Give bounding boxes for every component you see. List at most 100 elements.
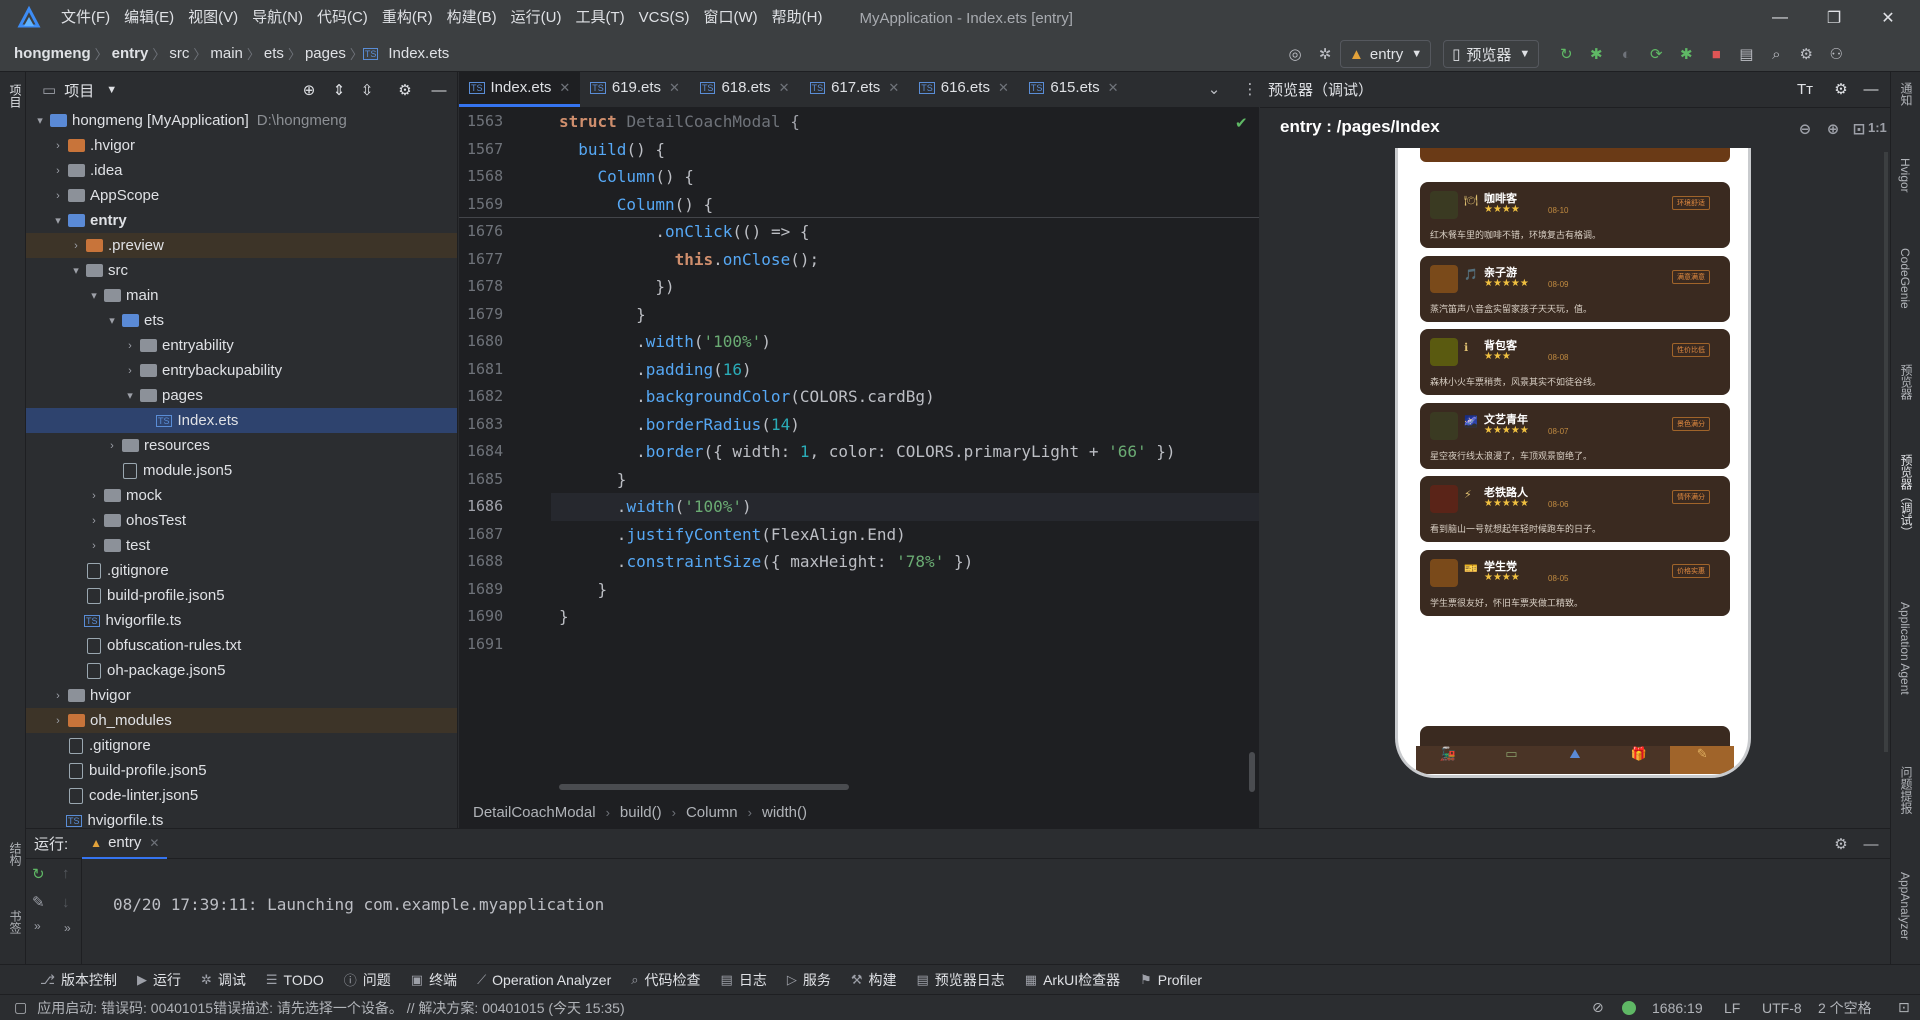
expand-arrow-icon[interactable]: ▾ (68, 264, 84, 277)
bottom-tool-button[interactable]: ⚒ 构建 (841, 970, 907, 990)
expand-arrow-icon[interactable]: › (86, 490, 102, 502)
review-card[interactable]: 🍽 咖啡客 ★★★★ 08-10 环境舒适 红木餐车里的咖啡不错，环境复古有格调。 (1420, 182, 1730, 248)
tree-item[interactable]: ▾ main (26, 283, 457, 308)
review-card[interactable]: 🎵 亲子游 ★★★★★ 08-09 满意满意 蒸汽笛声八音盒实留家孩子天天玩，值。 (1420, 255, 1730, 322)
expand-arrow-icon[interactable]: ▾ (104, 314, 120, 327)
expand-arrow-icon[interactable]: ▾ (32, 114, 48, 127)
lock-icon[interactable]: ⊡ (1898, 999, 1910, 1016)
review-card[interactable]: ⚡ 老铁路人 ★★★★★ 08-06 情怀满分 看到脑山一号就想起年轻时候跑车的日子。 (1420, 476, 1730, 542)
breadcrumb-item[interactable]: ets (260, 45, 288, 62)
tree-item[interactable]: obfuscation-rules.txt (26, 633, 457, 658)
tree-item[interactable]: › .preview (26, 233, 457, 258)
notifications-tool-label[interactable]: 通知 (1898, 82, 1915, 106)
indent-setting[interactable]: 2 个空格 (1818, 998, 1872, 1018)
expand-arrow-icon[interactable]: › (50, 715, 66, 727)
up-arrow-icon[interactable]: ↑ (56, 859, 81, 888)
tree-item[interactable]: › test (26, 533, 457, 558)
vertical-scrollbar[interactable] (1249, 752, 1255, 792)
settings-icon[interactable]: ⚙ (1832, 835, 1850, 853)
chevron-down-icon[interactable]: ⌄ (1205, 80, 1223, 98)
tree-item[interactable]: ▾ src (26, 258, 457, 283)
editor-tab[interactable]: TS 616.ets ✕ (909, 71, 1019, 107)
expand-arrow-icon[interactable]: ▾ (86, 289, 102, 302)
bottom-tool-button[interactable]: ▷ 服务 (777, 970, 841, 990)
hide-icon[interactable]: — (1862, 835, 1880, 853)
tree-item[interactable]: › .idea (26, 158, 457, 183)
bottom-tool-button[interactable]: ▶ 运行 (127, 970, 191, 990)
more-icon[interactable]: » (56, 917, 81, 939)
close-tab-icon[interactable]: ✕ (149, 836, 159, 850)
breadcrumb-item[interactable]: main (206, 45, 247, 62)
expand-arrow-icon[interactable]: › (86, 515, 102, 527)
tree-item[interactable]: code-linter.json5 (26, 783, 457, 808)
nav-review-icon[interactable]: ✎ (1670, 746, 1734, 774)
expand-arrow-icon[interactable]: › (122, 340, 138, 352)
bottom-tool-button[interactable]: ☰ TODO (256, 972, 334, 988)
nav-train-icon[interactable]: 🚂 (1416, 746, 1480, 774)
minimize-button[interactable]: — (1752, 0, 1808, 36)
tree-item[interactable]: build-profile.json5 (26, 583, 457, 608)
editor-breadcrumb-item[interactable]: build() (620, 804, 662, 821)
chevron-down-icon[interactable]: ▼ (106, 84, 117, 96)
font-icon[interactable]: Tт (1796, 80, 1814, 98)
review-card[interactable]: 🎫 学生党 ★★★★ 08-05 价格实惠 学生票很友好，怀旧车票夹做工精致。 (1420, 549, 1730, 616)
bottom-tool-button[interactable]: ⌕ 代码检查 (621, 970, 710, 990)
panel-toggle-icon[interactable]: ▢ (14, 999, 27, 1016)
wrench-icon[interactable]: ✎ (26, 889, 54, 915)
bottom-tool-button[interactable]: ▣ 终端 (401, 970, 467, 990)
bookmarks-tool-label[interactable]: 书签 (7, 910, 24, 934)
close-tab-icon[interactable]: ✕ (888, 80, 899, 96)
horizontal-scrollbar[interactable] (559, 784, 849, 790)
expand-arrow-icon[interactable]: › (50, 165, 66, 177)
hvigor-tool-label[interactable]: Hvigor (1898, 158, 1912, 193)
zoom-out-icon[interactable]: ⊖ (1796, 120, 1814, 138)
editor-breadcrumb-item[interactable]: Column (686, 804, 738, 821)
close-tab-icon[interactable]: ✕ (1108, 80, 1119, 96)
menu-item[interactable]: 运行(U) (504, 0, 569, 36)
down-arrow-icon[interactable]: ↓ (56, 888, 81, 917)
run-tab-entry[interactable]: ▲ entry ✕ (82, 829, 168, 859)
device-select[interactable]: ▯ 预览器 ▼ (1443, 40, 1540, 68)
tree-item[interactable]: .gitignore (26, 733, 457, 758)
profile-icon[interactable]: ✱ (1677, 45, 1695, 63)
nav-map-icon[interactable]: ⛰ (1543, 746, 1607, 774)
editor-tab[interactable]: TS 615.ets ✕ (1019, 71, 1129, 107)
tree-item[interactable]: › .hvigor (26, 133, 457, 158)
expand-arrow-icon[interactable]: › (50, 190, 66, 202)
bottom-tool-button[interactable]: ▦ ArkUI检查器 (1015, 970, 1130, 990)
settings-icon[interactable]: ⚙ (396, 81, 414, 99)
settings-icon[interactable]: ⚙ (1797, 45, 1815, 63)
close-tab-icon[interactable]: ✕ (669, 80, 680, 96)
preview-scrollbar[interactable] (1884, 152, 1888, 752)
caret-position[interactable]: 1686:19 (1652, 1000, 1703, 1016)
tree-item[interactable]: module.json5 (26, 458, 457, 483)
no-power-icon[interactable]: ⊘ (1592, 999, 1604, 1016)
debug-icon[interactable]: ✱ (1587, 45, 1605, 63)
project-tool-label[interactable]: 项目 (7, 84, 24, 108)
folder-icon[interactable]: ▤ (1737, 45, 1755, 63)
tree-item[interactable]: ▾ entry (26, 208, 457, 233)
expand-all-icon[interactable]: ⇕ (330, 81, 348, 99)
search-icon[interactable]: ⌕ (1767, 45, 1785, 63)
rerun-icon[interactable]: ↻ (1557, 45, 1575, 63)
tree-item[interactable]: build-profile.json5 (26, 758, 457, 783)
expand-arrow-icon[interactable]: › (122, 365, 138, 377)
menu-item[interactable]: 工具(T) (568, 0, 631, 36)
menu-item[interactable]: 编辑(E) (117, 0, 181, 36)
codegenie-tool-label[interactable]: CodeGenie (1898, 248, 1912, 309)
collapse-all-icon[interactable]: ⇳ (358, 81, 376, 99)
expand-arrow-icon[interactable]: › (68, 240, 84, 252)
editor-tab[interactable]: TS 617.ets ✕ (800, 71, 910, 107)
bottom-tool-button[interactable]: ✲ 调试 (191, 970, 256, 990)
phone-screen[interactable]: 🍽 咖啡客 ★★★★ 08-10 环境舒适 红木餐车里的咖啡不错，环境复古有格调。 🎵 亲子游… (1402, 148, 1744, 774)
target-icon[interactable]: ◎ (1286, 45, 1304, 63)
tree-item[interactable]: › entrybackupability (26, 358, 457, 383)
tree-item[interactable]: .gitignore (26, 558, 457, 583)
locate-icon[interactable]: ⊕ (300, 81, 318, 99)
menu-item[interactable]: 窗口(W) (696, 0, 764, 36)
previewer-debug-tool-label[interactable]: 预览器（调试） (1898, 454, 1915, 538)
expand-arrow-icon[interactable]: › (86, 540, 102, 552)
bottom-tool-button[interactable]: ⟋ Operation Analyzer (467, 972, 621, 988)
expand-arrow-icon[interactable]: › (50, 690, 66, 702)
more-icon[interactable]: » (26, 915, 54, 937)
